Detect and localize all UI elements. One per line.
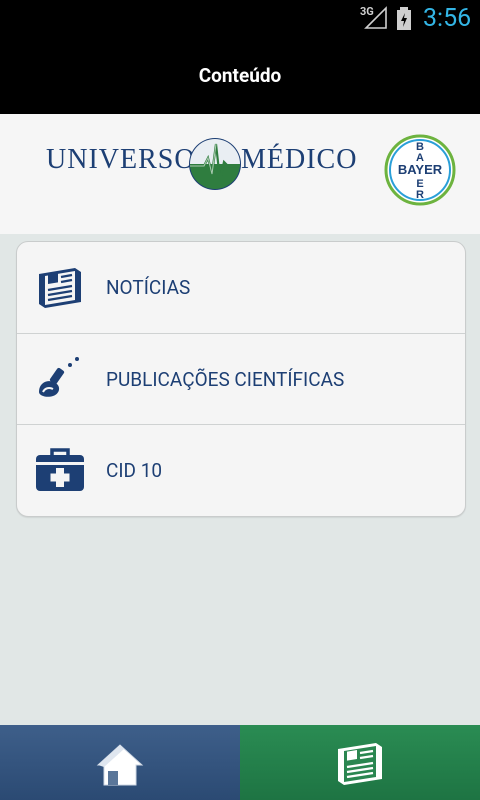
menu-item-noticias[interactable]: NOTÍCIAS xyxy=(17,242,465,333)
bottom-navigation xyxy=(0,725,480,800)
microscope-icon xyxy=(39,357,79,397)
bayer-letter-r: R xyxy=(416,189,424,201)
menu-item-label: PUBLICAÇÕES CIENTÍFICAS xyxy=(106,368,345,391)
first-aid-kit-icon xyxy=(36,448,84,491)
clock: 3:56 xyxy=(423,4,472,33)
action-bar: Conteúdo xyxy=(0,38,480,114)
brand-left-text: UNIVERSO xyxy=(46,144,196,175)
bayer-logo: BAYER B A E R xyxy=(384,134,456,206)
status-bar: 3G 3:56 xyxy=(0,0,480,38)
content-menu: NOTÍCIAS PUBLICAÇÕES CIENTÍFICAS CID 10 xyxy=(16,241,466,517)
tab-home[interactable] xyxy=(0,725,240,800)
bayer-letter-a: A xyxy=(416,152,424,164)
bayer-horizontal-text: BAYER xyxy=(398,162,443,177)
newspaper-icon xyxy=(39,268,81,308)
battery-charging-icon xyxy=(397,7,411,30)
heartbeat-emblem-icon xyxy=(189,138,241,190)
menu-item-publicacoes[interactable]: PUBLICAÇÕES CIENTÍFICAS xyxy=(17,333,465,425)
tab-content[interactable] xyxy=(240,725,480,800)
menu-item-label: NOTÍCIAS xyxy=(106,276,191,299)
signal-icon xyxy=(364,6,387,29)
home-icon xyxy=(96,744,144,786)
newspaper-icon xyxy=(338,743,382,785)
brand-right-text: MÉDICO xyxy=(241,144,358,175)
universo-medico-logo: UNIVERSO MÉDICO xyxy=(46,134,356,194)
menu-item-cid10[interactable]: CID 10 xyxy=(17,424,465,516)
menu-item-label: CID 10 xyxy=(106,459,163,482)
page-title: Conteúdo xyxy=(198,64,282,87)
